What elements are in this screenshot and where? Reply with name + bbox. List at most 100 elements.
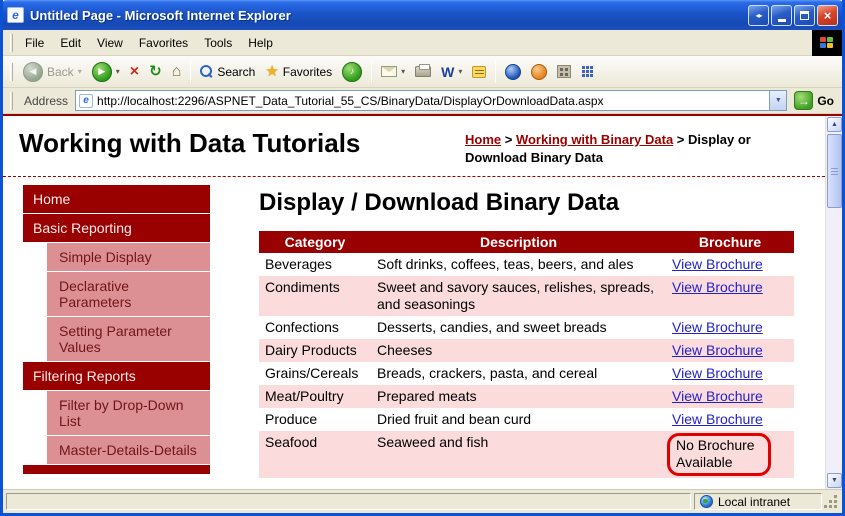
back-label: Back xyxy=(47,65,74,79)
ie-page-icon: e xyxy=(7,7,24,23)
title-bar[interactable]: e Untitled Page - Microsoft Internet Exp… xyxy=(0,0,845,30)
scroll-up-button[interactable]: ▲ xyxy=(827,117,842,132)
sidebar-item-partial[interactable] xyxy=(23,465,210,474)
address-bar-grip[interactable] xyxy=(10,92,13,110)
scroll-down-button[interactable]: ▼ xyxy=(827,473,842,488)
toolbar-grip[interactable] xyxy=(10,63,13,81)
description-cell: Dried fruit and bean curd xyxy=(371,408,666,431)
column-header-brochure: Brochure xyxy=(666,231,794,253)
vertical-scrollbar[interactable]: ▲ ▼ xyxy=(825,116,842,489)
mail-dropdown-icon[interactable]: ▾ xyxy=(401,67,405,76)
folders-button[interactable] xyxy=(553,63,575,80)
address-input[interactable]: e http://localhost:2296/ASPNET_Data_Tuto… xyxy=(75,90,787,111)
menu-help[interactable]: Help xyxy=(240,32,281,54)
maximize-icon xyxy=(800,11,809,20)
sidebar-item-filter-by-drop-down-list[interactable]: Filter by Drop-Down List xyxy=(47,391,210,435)
menu-favorites[interactable]: Favorites xyxy=(131,32,196,54)
brochure-cell: View Brochure xyxy=(666,339,794,362)
messenger-button[interactable] xyxy=(501,62,525,82)
url-page-icon: e xyxy=(79,94,93,108)
window-arrows-button[interactable]: ◂▸ xyxy=(748,5,769,26)
category-cell: Confections xyxy=(259,316,371,339)
favorites-label: Favorites xyxy=(283,65,332,79)
table-row-condiments: CondimentsSweet and savory sauces, relis… xyxy=(259,276,794,316)
breadcrumb: Home > Working with Binary Data > Displa… xyxy=(465,128,813,167)
favorites-button[interactable]: ★ Favorites xyxy=(261,62,336,81)
category-cell: Meat/Poultry xyxy=(259,385,371,408)
scrollbar-thumb[interactable] xyxy=(827,134,842,208)
breadcrumb-link-home[interactable]: Home xyxy=(465,132,501,147)
stop-button[interactable]: × xyxy=(126,62,143,82)
table-header-row: CategoryDescriptionBrochure xyxy=(259,231,794,253)
forward-dropdown-icon[interactable]: ▾ xyxy=(116,67,120,76)
breadcrumb-separator: > xyxy=(673,132,688,147)
back-button[interactable]: ◀ Back ▾ xyxy=(19,60,86,84)
search-icon xyxy=(200,65,213,78)
sidebar-item-setting-parameter-values[interactable]: Setting Parameter Values xyxy=(47,317,210,361)
research-button[interactable] xyxy=(527,62,551,82)
breadcrumb-separator: > xyxy=(501,132,516,147)
column-header-description: Description xyxy=(371,231,666,253)
maximize-button[interactable] xyxy=(794,5,815,26)
address-bar: Address e http://localhost:2296/ASPNET_D… xyxy=(3,88,842,114)
media-button[interactable]: ♪ xyxy=(338,60,366,84)
address-dropdown-button[interactable]: ▼ xyxy=(769,91,786,110)
table-row-seafood: SeafoodSeaweed and fishNo Brochure Avail… xyxy=(259,431,794,478)
web-page: Working with Data Tutorials Home > Worki… xyxy=(3,116,825,489)
menu-file[interactable]: File xyxy=(17,32,52,54)
view-brochure-link[interactable]: View Brochure xyxy=(672,388,763,404)
mail-button[interactable]: ▾ xyxy=(377,64,409,79)
minimize-button[interactable] xyxy=(771,5,792,26)
view-brochure-link[interactable]: View Brochure xyxy=(672,319,763,335)
search-button[interactable]: Search xyxy=(196,63,259,81)
breadcrumb-link-working-with-binary-data[interactable]: Working with Binary Data xyxy=(516,132,673,147)
window-controls: ◂▸ × xyxy=(748,5,838,26)
sidebar-item-declarative-parameters[interactable]: Declarative Parameters xyxy=(47,272,210,316)
sidebar-item-basic-reporting[interactable]: Basic Reporting xyxy=(23,214,210,242)
sidebar: HomeBasic ReportingSimple DisplayDeclara… xyxy=(23,185,210,478)
sidebar-item-filtering-reports[interactable]: Filtering Reports xyxy=(23,362,210,390)
media-icon: ♪ xyxy=(342,62,362,82)
url-text: http://localhost:2296/ASPNET_Data_Tutori… xyxy=(97,94,769,108)
site-title: Working with Data Tutorials xyxy=(19,128,360,159)
page-heading: Display / Download Binary Data xyxy=(259,189,815,217)
favorites-star-icon: ★ xyxy=(265,64,278,79)
discuss-button[interactable] xyxy=(468,64,490,80)
menu-tools[interactable]: Tools xyxy=(196,32,240,54)
close-button[interactable]: × xyxy=(817,5,838,26)
column-header-category: Category xyxy=(259,231,371,253)
view-brochure-link[interactable]: View Brochure xyxy=(672,342,763,358)
edit-dropdown-icon[interactable]: ▾ xyxy=(458,67,462,76)
sidebar-item-home[interactable]: Home xyxy=(23,185,210,213)
view-brochure-link[interactable]: View Brochure xyxy=(672,256,763,272)
browser-window: e Untitled Page - Microsoft Internet Exp… xyxy=(0,0,845,516)
back-dropdown-icon[interactable]: ▾ xyxy=(78,67,82,76)
table-row-beverages: BeveragesSoft drinks, coffees, teas, bee… xyxy=(259,253,794,276)
table-row-dairy-products: Dairy ProductsCheesesView Brochure xyxy=(259,339,794,362)
view-brochure-link[interactable]: View Brochure xyxy=(672,279,763,295)
sidebar-item-master-details-details[interactable]: Master-Details-Details xyxy=(47,436,210,464)
view-brochure-link[interactable]: View Brochure xyxy=(672,365,763,381)
category-cell: Seafood xyxy=(259,431,371,478)
window-resize-grip[interactable] xyxy=(825,493,839,510)
category-cell: Dairy Products xyxy=(259,339,371,362)
brochure-cell: View Brochure xyxy=(666,362,794,385)
category-cell: Condiments xyxy=(259,276,371,316)
edit-button[interactable]: W ▾ xyxy=(437,63,466,81)
links-grid-button[interactable] xyxy=(577,63,598,80)
refresh-button[interactable]: ↻ xyxy=(145,62,166,81)
description-cell: Sweet and savory sauces, relishes, sprea… xyxy=(371,276,666,316)
refresh-icon: ↻ xyxy=(149,64,162,79)
go-button[interactable]: → Go xyxy=(792,91,838,110)
view-brochure-link[interactable]: View Brochure xyxy=(672,411,763,427)
menu-bar-grip[interactable] xyxy=(10,34,13,52)
table-row-produce: ProduceDried fruit and bean curdView Bro… xyxy=(259,408,794,431)
sidebar-item-simple-display[interactable]: Simple Display xyxy=(47,243,210,271)
browser-viewport: Working with Data Tutorials Home > Worki… xyxy=(3,116,842,489)
menu-view[interactable]: View xyxy=(89,32,131,54)
status-bar: Local intranet xyxy=(3,489,842,513)
print-button[interactable] xyxy=(411,64,435,79)
menu-edit[interactable]: Edit xyxy=(52,32,89,54)
home-button[interactable]: ⌂ xyxy=(168,62,186,82)
forward-button[interactable]: ▶ ▾ xyxy=(88,60,124,84)
